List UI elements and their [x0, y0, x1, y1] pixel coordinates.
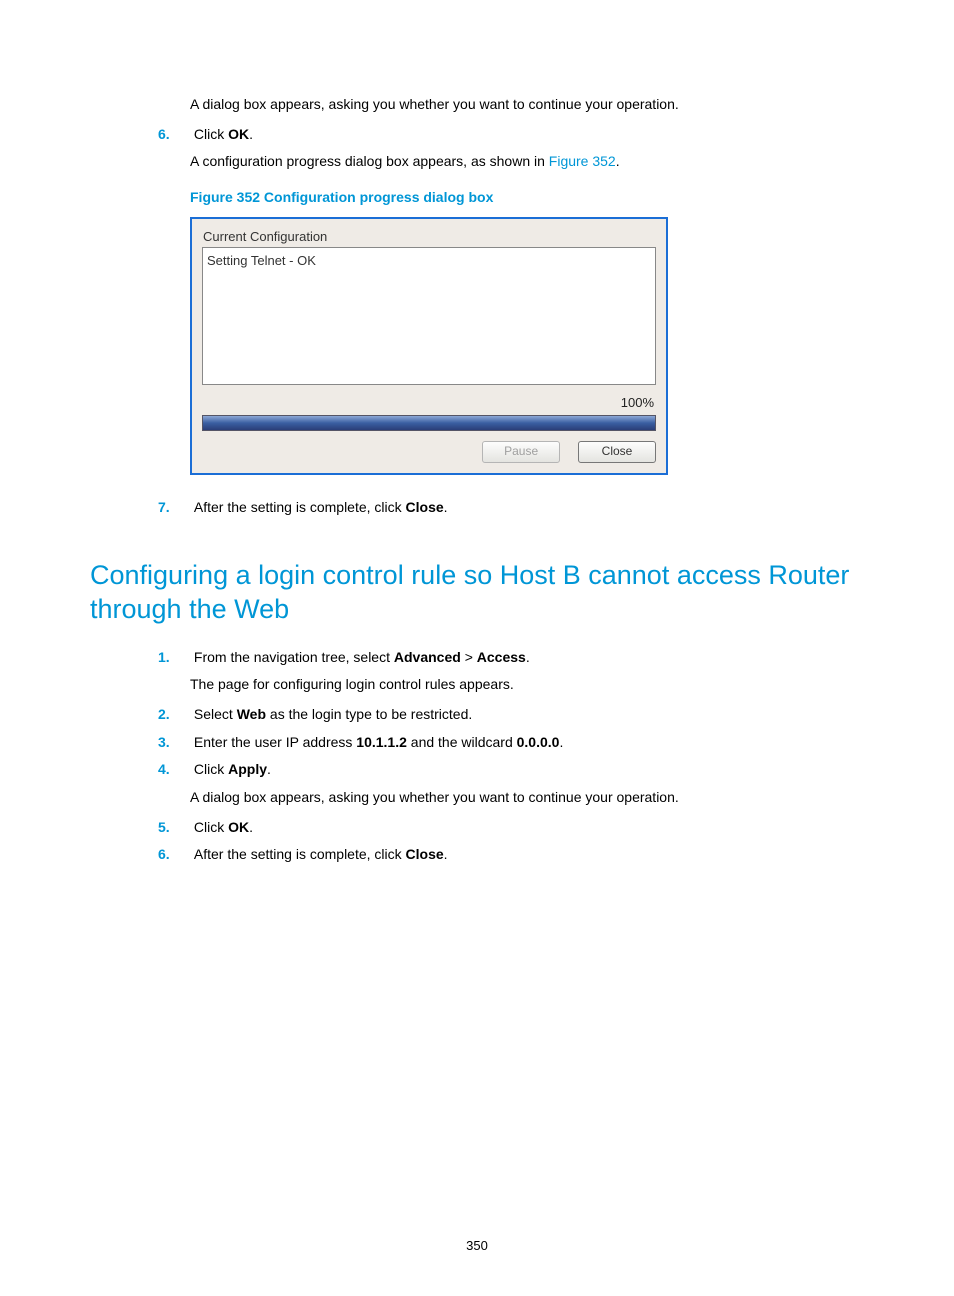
- text: >: [461, 649, 477, 665]
- text: as the login type to be restricted.: [266, 706, 472, 722]
- text: Click: [194, 819, 228, 835]
- list-body: Click Apply.: [194, 759, 864, 781]
- list-number: 6.: [158, 124, 190, 146]
- step-5-subtext: A dialog box appears, asking you whether…: [190, 94, 864, 116]
- text: From the navigation tree, select: [194, 649, 394, 665]
- config-progress-dialog: Current Configuration Setting Telnet - O…: [190, 217, 668, 476]
- log-line: Setting Telnet - OK: [207, 251, 651, 271]
- bold: 0.0.0.0: [517, 734, 560, 750]
- text: After the setting is complete, click: [194, 499, 406, 515]
- bold: Close: [406, 846, 444, 862]
- text: .: [526, 649, 530, 665]
- step-1-subtext: The page for configuring login control r…: [190, 674, 864, 696]
- list-item-4: 4. Click Apply.: [158, 759, 864, 781]
- list-body: Click OK.: [194, 124, 864, 146]
- bold: Web: [237, 706, 266, 722]
- pause-button: Pause: [482, 441, 560, 463]
- bold: Advanced: [394, 649, 461, 665]
- list-number: 7.: [158, 497, 190, 519]
- text: and the wildcard: [407, 734, 517, 750]
- list-number: 1.: [158, 647, 190, 669]
- text: .: [444, 499, 448, 515]
- dialog-button-row: Pause Close: [202, 441, 656, 463]
- ordered-list-b: 1. From the navigation tree, select Adva…: [158, 647, 864, 669]
- step-4-subtext: A dialog box appears, asking you whether…: [190, 787, 864, 809]
- text: Enter the user IP address: [194, 734, 356, 750]
- list-item-5: 5. Click OK.: [158, 817, 864, 839]
- list-number: 3.: [158, 732, 190, 754]
- list-body: Click OK.: [194, 817, 864, 839]
- list-number: 6.: [158, 844, 190, 866]
- close-button[interactable]: Close: [578, 441, 656, 463]
- bold: Close: [406, 499, 444, 515]
- figure-link[interactable]: Figure 352: [549, 153, 616, 169]
- text: .: [616, 153, 620, 169]
- progress-bar: [202, 415, 656, 431]
- text: Click: [194, 126, 228, 142]
- list-item-6: 6. Click OK.: [158, 124, 864, 146]
- text: .: [444, 846, 448, 862]
- text: .: [249, 126, 253, 142]
- list-item-3: 3. Enter the user IP address 10.1.1.2 an…: [158, 732, 864, 754]
- step-6-subtext: A configuration progress dialog box appe…: [190, 151, 864, 173]
- figure-caption: Figure 352 Configuration progress dialog…: [190, 187, 864, 209]
- text: A configuration progress dialog box appe…: [190, 153, 549, 169]
- list-number: 5.: [158, 817, 190, 839]
- list-item-6b: 6. After the setting is complete, click …: [158, 844, 864, 866]
- list-body: After the setting is complete, click Clo…: [194, 497, 864, 519]
- ordered-list-b-cont2: 5. Click OK. 6. After the setting is com…: [158, 817, 864, 866]
- bold: 10.1.1.2: [356, 734, 407, 750]
- list-body: From the navigation tree, select Advance…: [194, 647, 864, 669]
- page-number: 350: [0, 1236, 954, 1256]
- text: .: [249, 819, 253, 835]
- list-item-7: 7. After the setting is complete, click …: [158, 497, 864, 519]
- bold: OK: [228, 126, 249, 142]
- list-body: After the setting is complete, click Clo…: [194, 844, 864, 866]
- list-body: Enter the user IP address 10.1.1.2 and t…: [194, 732, 864, 754]
- dialog-log-area: Setting Telnet - OK: [202, 247, 656, 385]
- text: Select: [194, 706, 237, 722]
- section-heading: Configuring a login control rule so Host…: [90, 559, 864, 627]
- bold: OK: [228, 819, 249, 835]
- bold: Access: [477, 649, 526, 665]
- progress-percent-label: 100%: [202, 393, 656, 413]
- list-number: 2.: [158, 704, 190, 726]
- dialog-title: Current Configuration: [202, 227, 656, 247]
- list-body: Select Web as the login type to be restr…: [194, 704, 864, 726]
- list-item-1: 1. From the navigation tree, select Adva…: [158, 647, 864, 669]
- ordered-list-a: 6. Click OK.: [158, 124, 864, 146]
- ordered-list-b-cont: 2. Select Web as the login type to be re…: [158, 704, 864, 781]
- document-page: A dialog box appears, asking you whether…: [0, 0, 954, 1296]
- text: After the setting is complete, click: [194, 846, 406, 862]
- text: Click: [194, 761, 228, 777]
- bold: Apply: [228, 761, 267, 777]
- text: .: [267, 761, 271, 777]
- text: .: [559, 734, 563, 750]
- list-item-2: 2. Select Web as the login type to be re…: [158, 704, 864, 726]
- ordered-list-a-cont: 7. After the setting is complete, click …: [158, 497, 864, 519]
- list-number: 4.: [158, 759, 190, 781]
